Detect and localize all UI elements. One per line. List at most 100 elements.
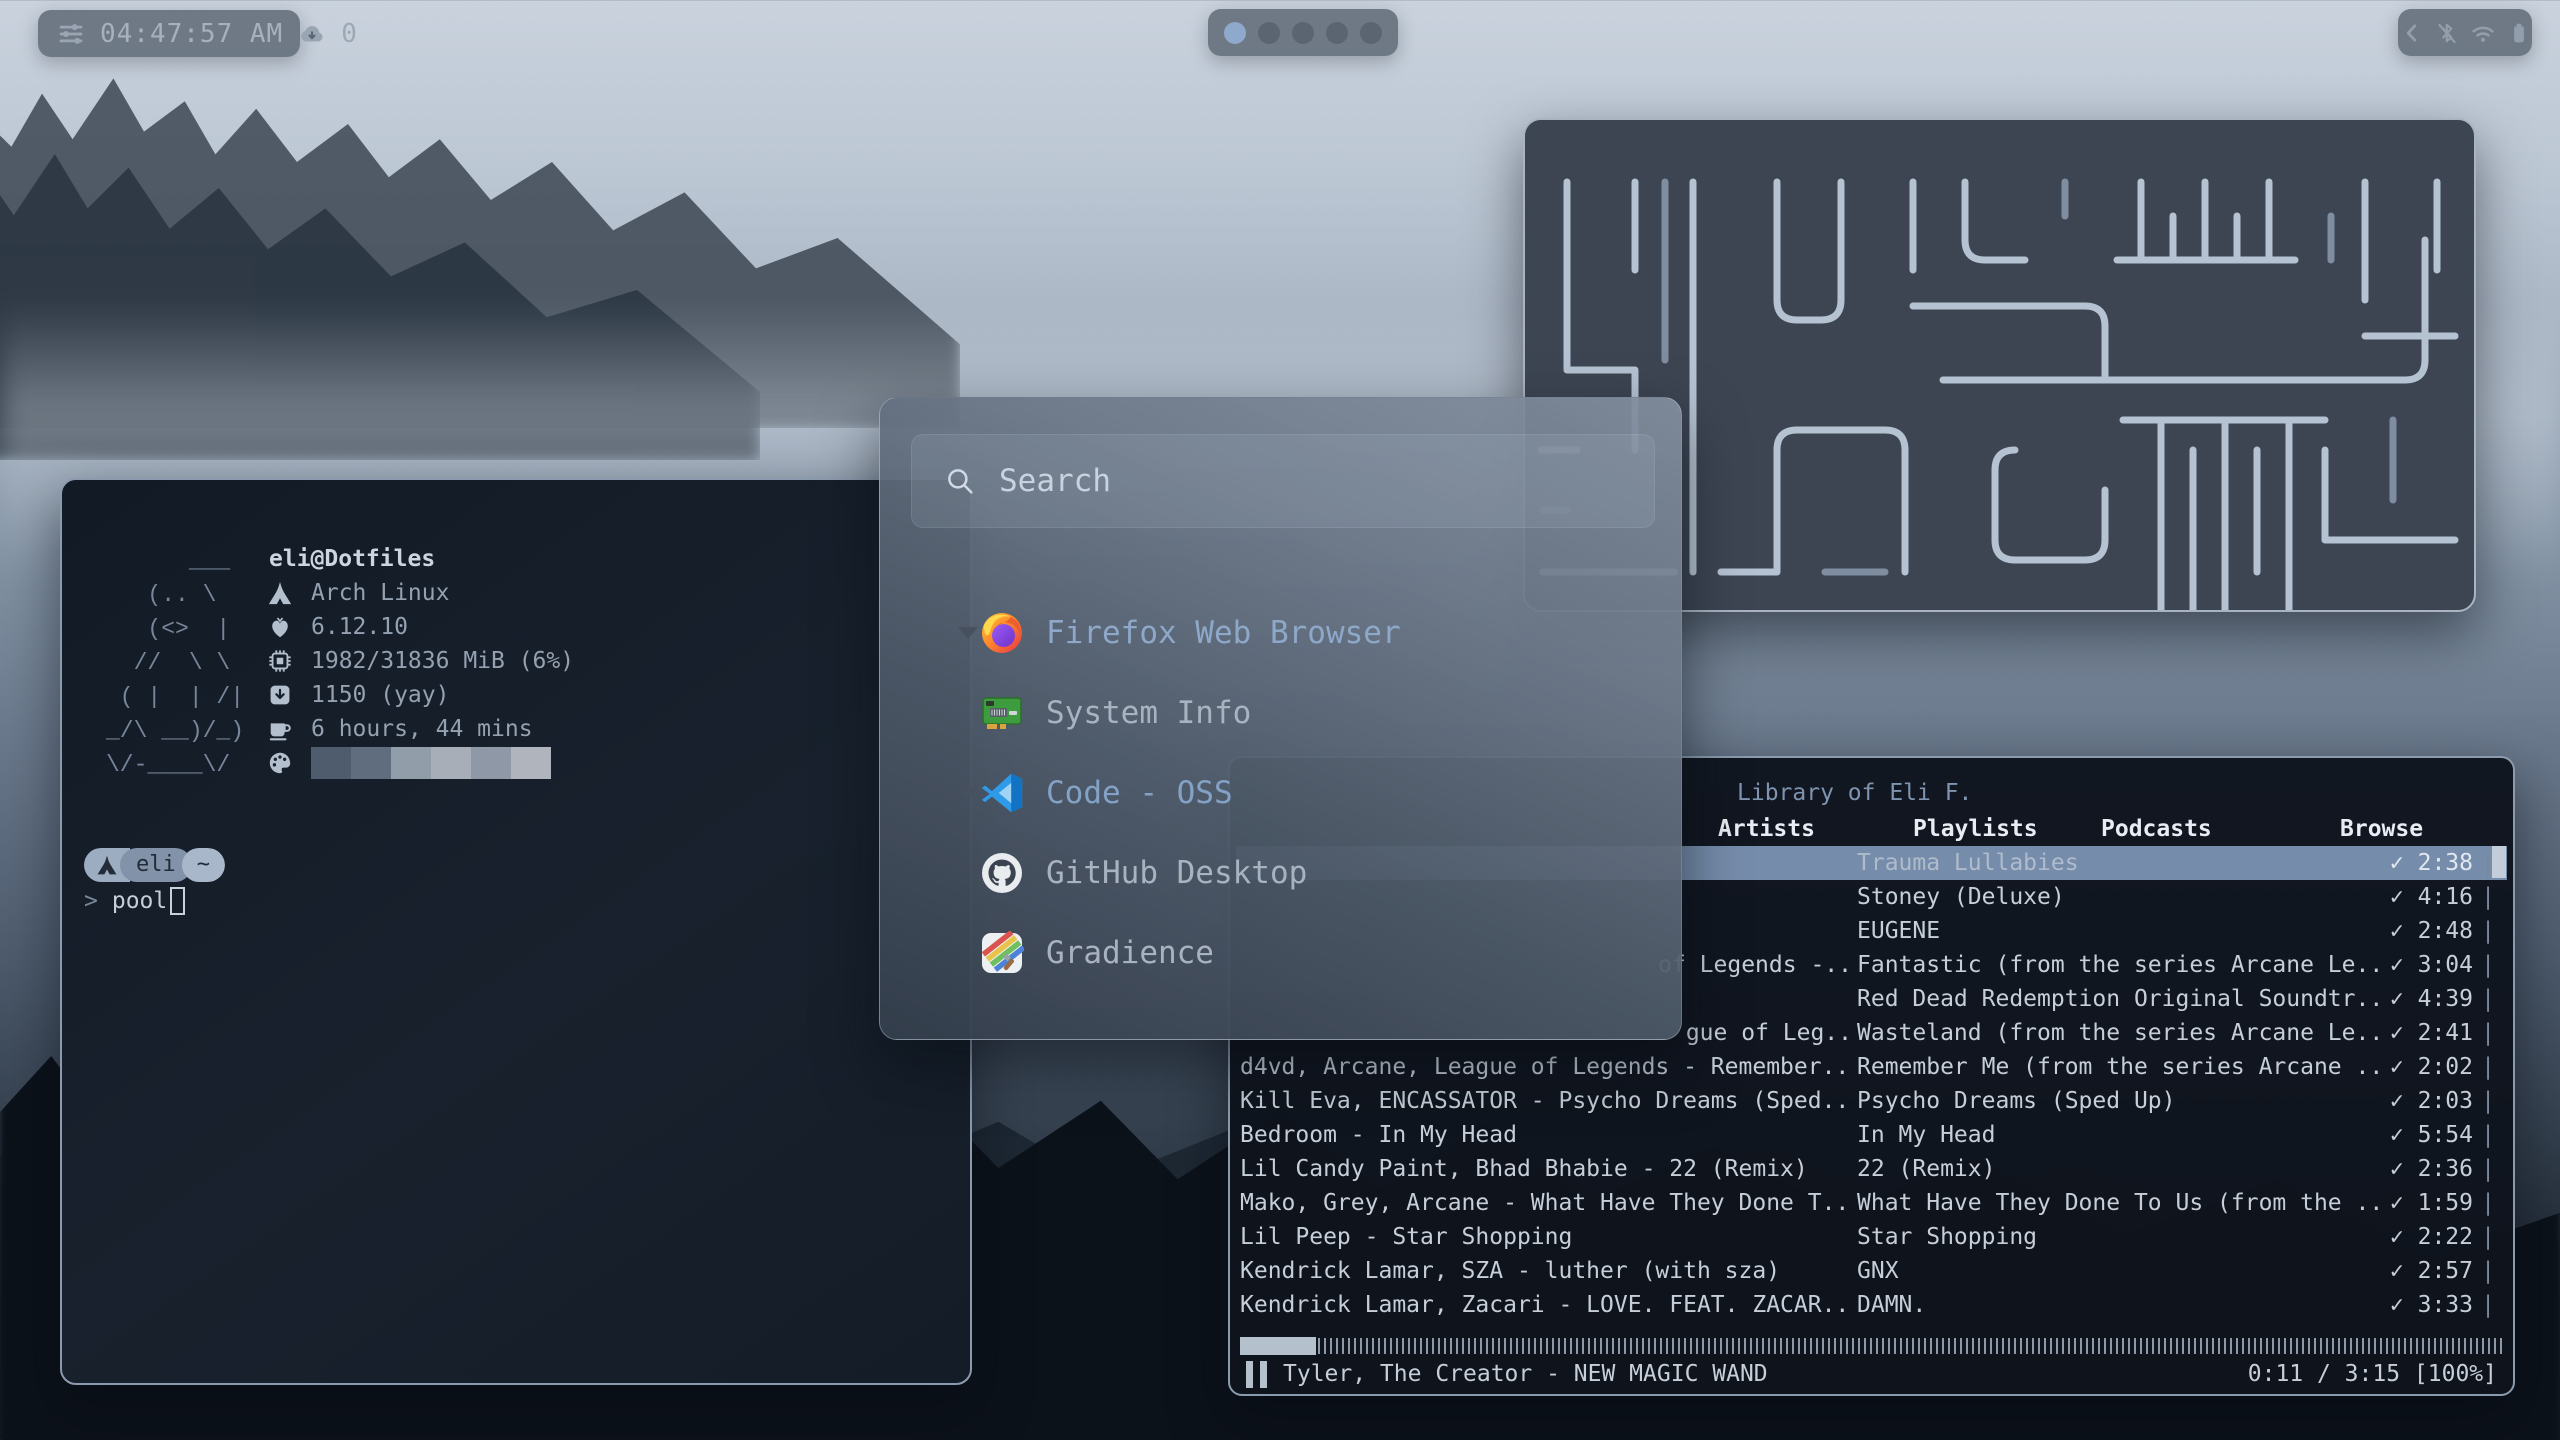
- palette-swatch-1: [351, 747, 391, 779]
- scrollbar-track-tick: |: [2481, 948, 2495, 982]
- pause-icon[interactable]: [1246, 1361, 1267, 1388]
- scrollbar-track-tick: |: [2481, 1152, 2495, 1186]
- track-row[interactable]: Lil Peep - Star Shopping Star Shopping ✓…: [1236, 1220, 2507, 1254]
- scrollbar-track-tick: |: [2481, 1288, 2495, 1322]
- launcher-item-label: Code - OSS: [1046, 775, 1233, 811]
- search-icon: [943, 464, 977, 498]
- firefox-icon: [980, 611, 1024, 655]
- library-title: Library of Eli F.: [1737, 780, 1972, 806]
- bluetooth-off-icon[interactable]: [2434, 20, 2460, 46]
- track-artist-title: Lil Candy Paint, Bhad Bhabie - 22 (Remix…: [1240, 1152, 1852, 1186]
- launcher-item-code-oss[interactable]: Code - OSS: [880, 761, 1681, 825]
- palette-swatch-0: [311, 747, 351, 779]
- launcher-item-github-desktop[interactable]: GitHub Desktop: [880, 841, 1681, 905]
- track-time: ✓ 2:38: [2390, 846, 2473, 880]
- scrollbar-track-tick: |: [2481, 1118, 2495, 1152]
- launcher-item-system-info[interactable]: System Info: [880, 681, 1681, 745]
- playback-progress-fill: [1240, 1337, 1316, 1355]
- chevron-down-icon[interactable]: [958, 627, 978, 639]
- track-time: ✓ 4:39: [2390, 982, 2473, 1016]
- chevron-left-icon[interactable]: [2399, 20, 2425, 46]
- track-row[interactable]: d4vd, Arcane, League of Legends - Rememb…: [1236, 1050, 2507, 1084]
- now-playing-track: Tyler, The Creator - NEW MAGIC WAND: [1283, 1361, 1768, 1387]
- workspace-dot-4[interactable]: [1326, 22, 1348, 44]
- track-album: DAMN.: [1857, 1288, 2417, 1322]
- launcher-item-label: Gradience: [1046, 935, 1214, 971]
- track-artist-title: Bedroom - In My Head: [1240, 1118, 1852, 1152]
- workspace-dot-3[interactable]: [1292, 22, 1314, 44]
- track-time: ✓ 4:16: [2390, 880, 2473, 914]
- uptime-icon: [267, 716, 293, 742]
- track-album: In My Head: [1857, 1118, 2417, 1152]
- workspace-dot-1[interactable]: [1224, 22, 1246, 44]
- workspace-dot-5[interactable]: [1360, 22, 1382, 44]
- track-row[interactable]: Bedroom - In My Head In My Head ✓ 5:54 |: [1236, 1118, 2507, 1152]
- launcher-item-label: Firefox Web Browser: [1046, 615, 1401, 651]
- track-album: Remember Me (from the series Arcane ..: [1857, 1050, 2417, 1084]
- tab-browse[interactable]: Browse: [2340, 816, 2423, 842]
- scrollbar-track-tick: |: [2481, 1050, 2495, 1084]
- wifi-icon[interactable]: [2469, 19, 2497, 47]
- fetch-row-palette: [267, 746, 551, 780]
- launcher-item-label: System Info: [1046, 695, 1251, 731]
- track-artist-title: Kendrick Lamar, Zacari - LOVE. FEAT. ZAC…: [1240, 1288, 1852, 1322]
- track-album: Star Shopping: [1857, 1220, 2417, 1254]
- track-time: ✓ 3:33: [2390, 1288, 2473, 1322]
- cloud-download-icon[interactable]: [297, 19, 327, 49]
- scrollbar-thumb[interactable]: [2492, 846, 2506, 878]
- track-time: ✓ 2:22: [2390, 1220, 2473, 1254]
- battery-icon[interactable]: [2506, 20, 2532, 46]
- track-time: ✓ 3:04: [2390, 948, 2473, 982]
- terminal-window[interactable]: ___ (.. \ (<> | // \ \ ( | | /| _/\ __)/…: [60, 478, 972, 1385]
- clock: 04:47:57 AM: [100, 19, 283, 49]
- fetch-row-packages: 1150 (yay): [267, 678, 449, 712]
- workspaces-pill[interactable]: [1208, 9, 1398, 56]
- track-artist-title: Mako, Grey, Arcane - What Have They Done…: [1240, 1186, 1852, 1220]
- track-album: Wasteland (from the series Arcane Le..: [1857, 1016, 2417, 1050]
- command-line[interactable]: > pool: [84, 884, 185, 918]
- tab-podcasts[interactable]: Podcasts: [2101, 816, 2212, 842]
- track-row[interactable]: Mako, Grey, Arcane - What Have They Done…: [1236, 1186, 2507, 1220]
- track-time: ✓ 2:41: [2390, 1016, 2473, 1050]
- terminal-color-palette: [311, 747, 551, 779]
- track-time: ✓ 2:03: [2390, 1084, 2473, 1118]
- launcher-item-label: GitHub Desktop: [1046, 855, 1307, 891]
- chevron-down-icon[interactable]: [958, 787, 978, 799]
- memory-icon: [267, 648, 293, 674]
- search-bar[interactable]: [911, 434, 1655, 528]
- track-row[interactable]: Kill Eva, ENCASSATOR - Psycho Dreams (Sp…: [1236, 1084, 2507, 1118]
- track-row[interactable]: Kendrick Lamar, SZA - luther (with sza) …: [1236, 1254, 2507, 1288]
- sliders-icon[interactable]: [56, 19, 86, 49]
- scrollbar-track-tick: |: [2481, 1016, 2495, 1050]
- fastfetch-ascii-art: ___ (.. \ (<> | // \ \ ( | | /| _/\ __)/…: [106, 544, 244, 782]
- tab-artists[interactable]: Artists: [1718, 816, 1815, 842]
- launcher-item-firefox[interactable]: Firefox Web Browser: [880, 601, 1681, 665]
- app-launcher[interactable]: Firefox Web Browser System Info Cod: [879, 397, 1682, 1040]
- scrollbar-track-tick: |: [2481, 1084, 2495, 1118]
- terminal-cursor: [170, 887, 185, 915]
- track-row[interactable]: Lil Candy Paint, Bhad Bhabie - 22 (Remix…: [1236, 1152, 2507, 1186]
- github-icon: [980, 851, 1024, 895]
- tab-playlists[interactable]: Playlists: [1913, 816, 2038, 842]
- tray-pill[interactable]: [2398, 9, 2532, 56]
- search-input[interactable]: [999, 463, 1623, 499]
- track-time: ✓ 2:57: [2390, 1254, 2473, 1288]
- palette-icon: [267, 750, 293, 776]
- packages-icon: [267, 683, 293, 707]
- track-album: 22 (Remix): [1857, 1152, 2417, 1186]
- wallpaper-mountain-ridge-dark: [0, 120, 760, 460]
- palette-swatch-5: [511, 747, 551, 779]
- statusbar-left-pill[interactable]: 04:47:57 AM 0: [38, 10, 300, 57]
- system-info-icon: [980, 691, 1024, 735]
- scrollbar-track-tick: |: [2481, 1254, 2495, 1288]
- track-row[interactable]: Kendrick Lamar, Zacari - LOVE. FEAT. ZAC…: [1236, 1288, 2507, 1322]
- track-artist-title: Kill Eva, ENCASSATOR - Psycho Dreams (Sp…: [1240, 1084, 1852, 1118]
- track-album: What Have They Done To Us (from the ..: [1857, 1186, 2417, 1220]
- launcher-item-gradience[interactable]: Gradience: [880, 921, 1681, 985]
- scrollbar-track-tick: |: [2481, 914, 2495, 948]
- workspace-dot-2[interactable]: [1258, 22, 1280, 44]
- fetch-row-os: Arch Linux: [267, 576, 449, 610]
- now-playing-bar: Tyler, The Creator - NEW MAGIC WAND 0:11…: [1246, 1356, 2497, 1392]
- playback-progress-bar[interactable]: [1240, 1338, 2503, 1354]
- fetch-row-uptime: 6 hours, 44 mins: [267, 712, 533, 746]
